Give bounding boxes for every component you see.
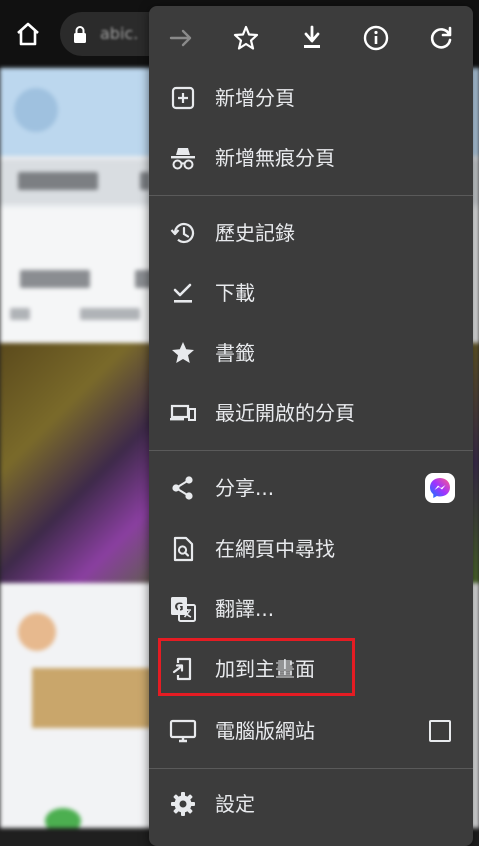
menu-divider (149, 450, 473, 451)
menu-item-label: 書籤 (215, 341, 255, 365)
menu-item-settings[interactable]: 設定 (149, 774, 473, 834)
new-tab-icon (169, 84, 197, 112)
menu-item-translate[interactable]: G 翻譯... (149, 579, 473, 639)
info-icon[interactable] (361, 23, 391, 53)
share-icon (169, 474, 197, 502)
chrome-overflow-menu: 新增分頁 新增無痕分頁 歷史記錄 下載 書籤 最近開啟的分頁 分享... 在網頁… (149, 6, 473, 846)
home-icon[interactable] (14, 20, 42, 48)
bg-avatar (14, 88, 58, 132)
url-text: abic. (100, 24, 139, 43)
settings-icon (169, 790, 197, 818)
menu-toolbar (149, 6, 473, 70)
menu-item-label: 下載 (215, 281, 255, 305)
menu-item-find-in-page[interactable]: 在網頁中尋找 (149, 519, 473, 579)
messenger-icon[interactable] (425, 473, 455, 503)
menu-item-label: 電腦版網站 (215, 719, 315, 743)
download-icon[interactable] (297, 23, 327, 53)
bookmark-star-icon (169, 339, 197, 367)
menu-item-label: 新增無痕分頁 (215, 146, 335, 170)
menu-item-new-incognito-tab[interactable]: 新增無痕分頁 (149, 128, 473, 188)
desktop-site-checkbox[interactable] (429, 720, 451, 742)
incognito-icon (169, 144, 197, 172)
menu-item-label: 歷史記錄 (215, 221, 295, 245)
menu-item-bookmarks[interactable]: 書籤 (149, 323, 473, 383)
menu-item-label: 分享... (215, 476, 275, 500)
star-outline-icon[interactable] (231, 23, 261, 53)
menu-item-history[interactable]: 歷史記錄 (149, 203, 473, 263)
menu-divider (149, 195, 473, 196)
highlight-box (158, 638, 355, 696)
desktop-site-icon (169, 717, 197, 745)
recent-tabs-icon (169, 399, 197, 427)
downloads-icon (169, 279, 197, 307)
menu-item-label: 新增分頁 (215, 86, 295, 110)
menu-item-label: 翻譯... (215, 597, 275, 621)
translate-icon: G (169, 595, 197, 623)
lock-icon (72, 25, 88, 43)
refresh-icon[interactable] (426, 23, 456, 53)
menu-item-label: 在網頁中尋找 (215, 537, 335, 561)
menu-item-downloads[interactable]: 下載 (149, 263, 473, 323)
menu-item-new-tab[interactable]: 新增分頁 (149, 68, 473, 128)
find-in-page-icon (169, 535, 197, 563)
menu-item-recent-tabs[interactable]: 最近開啟的分頁 (149, 383, 473, 443)
menu-divider (149, 768, 473, 769)
menu-item-label: 最近開啟的分頁 (215, 401, 355, 425)
history-icon (169, 219, 197, 247)
menu-item-label: 設定 (215, 792, 255, 816)
menu-item-share[interactable]: 分享... (149, 458, 473, 518)
forward-icon[interactable] (166, 23, 196, 53)
menu-item-desktop-site[interactable]: 電腦版網站 (149, 701, 473, 761)
